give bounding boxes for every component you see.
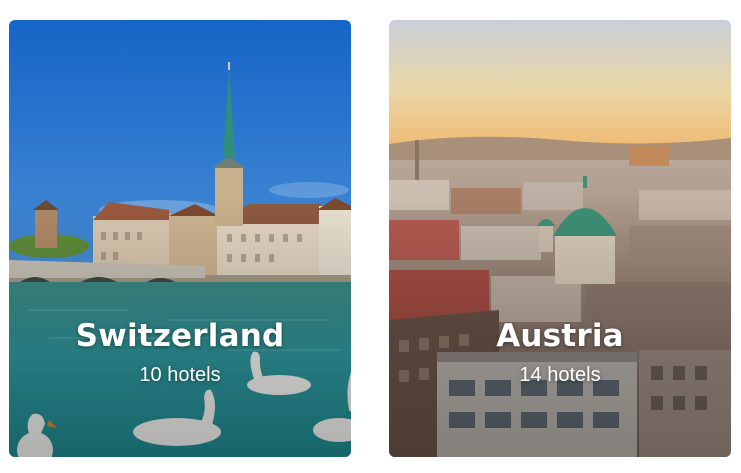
switzerland-photo — [9, 20, 351, 457]
card-caption: Switzerland 10 hotels — [9, 316, 351, 388]
card-caption: Austria 14 hotels — [389, 316, 731, 388]
destination-name: Switzerland — [75, 318, 285, 354]
austria-photo — [389, 20, 731, 457]
destination-name: Austria — [496, 318, 624, 354]
destination-card-austria[interactable]: Austria 14 hotels — [389, 20, 731, 457]
destination-card-switzerland[interactable]: Switzerland 10 hotels — [9, 20, 351, 457]
destination-grid: Switzerland 10 hotels Austria 14 hotels — [0, 0, 741, 473]
hotel-count: 14 hotels — [519, 364, 601, 386]
hotel-count: 10 hotels — [139, 364, 221, 386]
